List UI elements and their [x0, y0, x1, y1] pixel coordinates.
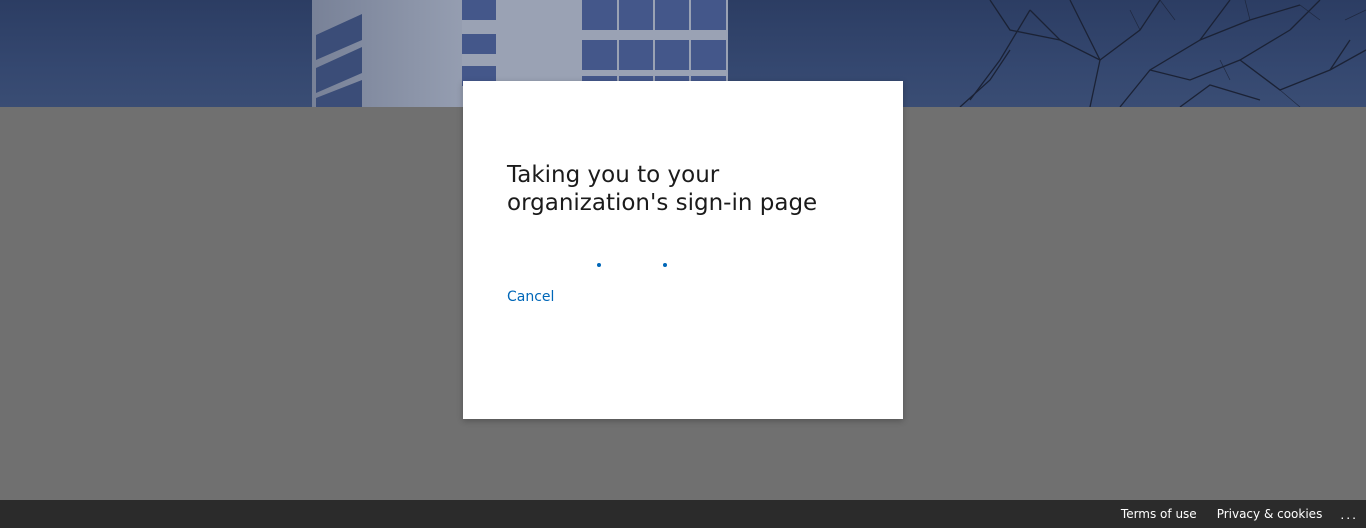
- progress-dots-icon: [507, 257, 859, 277]
- ellipsis-icon[interactable]: ...: [1340, 507, 1358, 521]
- progress-dot: [597, 263, 601, 267]
- page-footer: Terms of use Privacy & cookies ...: [0, 500, 1366, 528]
- dialog-title: Taking you to your organization's sign-i…: [507, 162, 818, 216]
- terms-of-use-link[interactable]: Terms of use: [1121, 507, 1197, 521]
- sign-in-dialog: Taking you to your organization's sign-i…: [463, 81, 903, 419]
- progress-dot: [663, 263, 667, 267]
- sign-in-page: Taking you to your organization's sign-i…: [0, 0, 1366, 528]
- cancel-link[interactable]: Cancel: [507, 289, 554, 305]
- privacy-cookies-link[interactable]: Privacy & cookies: [1217, 507, 1323, 521]
